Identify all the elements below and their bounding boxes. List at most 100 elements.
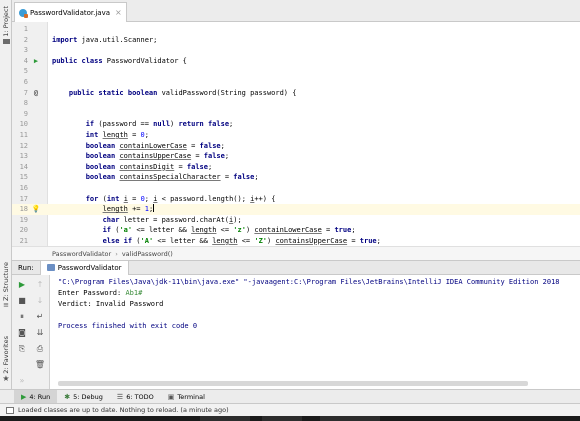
code-text: if ('a' <= letter && length <= 'z') cont…	[102, 226, 356, 235]
run-config-tab[interactable]: PasswordValidator	[39, 260, 129, 275]
breadcrumb-class[interactable]: PasswordValidator	[52, 250, 111, 258]
code-line[interactable]: 14 boolean containsDigit = false;	[12, 162, 580, 173]
list-icon: ☰	[116, 392, 124, 401]
code-line[interactable]: 16	[12, 183, 580, 194]
soft-wrap-icon[interactable]: ↵	[34, 311, 46, 322]
scroll-up-icon[interactable]: ↑	[34, 279, 46, 290]
code-line[interactable]: 17 for (int i = 0; i < password.length()…	[12, 194, 580, 205]
run-window-header: Run: PasswordValidator	[12, 260, 580, 275]
code-line[interactable]: 20 if ('a' <= letter && length <= 'z') c…	[12, 225, 580, 236]
pause-icon[interactable]: ⏸	[16, 311, 28, 322]
code-line[interactable]: 19 char letter = password.charAt(i);	[12, 215, 580, 226]
more-icon[interactable]: »	[16, 375, 28, 386]
code-text: boolean containsUpperCase = false;	[85, 152, 230, 161]
code-line[interactable]: 10 if (password == null) return false;	[12, 119, 580, 130]
stop-icon[interactable]: ■	[16, 295, 28, 306]
favorites-tool-tab[interactable]: 2: Favorites ★	[1, 336, 11, 383]
breadcrumb: PasswordValidator › validPassword()	[12, 246, 580, 260]
camera-icon[interactable]: ◙	[16, 327, 28, 338]
run-tool-button[interactable]: ▶ 4: Run	[14, 389, 58, 404]
console-exit-line: Process finished with exit code 0	[58, 322, 198, 330]
line-number: 11	[19, 130, 28, 139]
favorites-tool-label: 2: Favorites	[2, 336, 10, 374]
code-line[interactable]: 5	[12, 66, 580, 77]
line-number: 9	[23, 109, 28, 118]
window-icon[interactable]	[6, 406, 14, 414]
taskbar-strip	[0, 416, 580, 421]
terminal-icon: ▣	[167, 392, 175, 401]
todo-tool-button[interactable]: ☰ 6: TODO	[110, 390, 161, 404]
close-icon[interactable]: ×	[115, 8, 122, 17]
run-icon: ▶	[21, 392, 27, 401]
line-number: 3	[23, 46, 28, 55]
scroll-down-icon[interactable]: ↓	[34, 295, 46, 306]
line-number: 20	[19, 226, 28, 235]
rerun-icon[interactable]: ▶	[16, 279, 28, 290]
run-gutter-icon[interactable]: ▶	[31, 56, 41, 67]
java-class-icon	[19, 8, 28, 18]
folder-icon	[2, 38, 10, 44]
line-number: 13	[19, 152, 28, 161]
code-line[interactable]: 2 import java.util.Scanner;	[12, 35, 580, 46]
code-line[interactable]: 3	[12, 45, 580, 56]
console-command-line: "C:\Program Files\Java\jdk-11\bin\java.e…	[58, 278, 560, 286]
bug-icon: ✱	[64, 392, 71, 401]
terminal-tool-label: Terminal	[177, 392, 205, 401]
structure-icon: ≡	[3, 300, 9, 309]
code-line[interactable]: 8	[12, 98, 580, 109]
code-text: if (password == null) return false;	[85, 120, 234, 129]
breadcrumb-method[interactable]: validPassword()	[122, 250, 173, 258]
console-output[interactable]: "C:\Program Files\Java\jdk-11\bin\java.e…	[50, 275, 580, 381]
run-side-toolbar: ▶ ↑ ■ ↓ ⏸ ↵ ◙ ⇊ ⎘ ⎙ 🗑 »	[12, 275, 50, 389]
code-line[interactable]: 18 💡 length += 1;	[12, 204, 580, 215]
line-number: 4	[23, 56, 28, 65]
code-line[interactable]: 12 boolean containLowerCase = false;	[12, 141, 580, 152]
status-message: Loaded classes are up to date. Nothing t…	[18, 406, 229, 414]
code-line[interactable]: 11 int length = 0;	[12, 130, 580, 141]
line-number: 18	[19, 205, 28, 214]
code-text: length += 1;	[102, 204, 155, 214]
line-number: 19	[19, 215, 28, 224]
scroll-to-end-icon[interactable]: ⇊	[34, 327, 46, 338]
code-line[interactable]: 1	[12, 24, 580, 35]
run-tool-label: 4: Run	[29, 392, 51, 401]
code-line[interactable]: 7 @ public static boolean validPassword(S…	[12, 88, 580, 99]
code-text: for (int i = 0; i < password.length(); i…	[85, 194, 276, 203]
annotation-gutter-icon[interactable]: @	[31, 88, 41, 99]
code-line[interactable]: 15 boolean containsSpecialCharacter = fa…	[12, 172, 580, 183]
line-number: 8	[23, 99, 28, 108]
console-prompt-line: Enter Password: Ab1#	[58, 288, 580, 299]
lightbulb-icon[interactable]: 💡	[31, 204, 41, 215]
code-lines: 1 2 import java.util.Scanner; 3 4 ▶ public cla…	[12, 24, 580, 246]
line-number: 7	[23, 88, 28, 97]
code-line[interactable]: 6	[12, 77, 580, 88]
debug-tool-label: 5: Debug	[73, 392, 103, 401]
code-line[interactable]: 21 else if ('A' <= letter && length <= '…	[12, 236, 580, 246]
debug-tool-button[interactable]: ✱ 5: Debug	[57, 390, 110, 404]
line-number: 6	[23, 77, 28, 86]
restore-layout-icon[interactable]: ⎘	[16, 343, 28, 354]
line-number: 16	[19, 183, 28, 192]
left-tool-strip: 1: Project Z: Structure ≡ 2: Favorites ★	[0, 0, 12, 404]
line-number: 1	[23, 25, 28, 33]
trash-icon[interactable]: 🗑	[34, 359, 46, 370]
console-horizontal-scrollbar[interactable]	[58, 381, 528, 386]
code-line[interactable]: 4 ▶ public class PasswordValidator {	[12, 56, 580, 67]
editor-tab-passwordvalidator[interactable]: PasswordValidator.java ×	[14, 2, 127, 22]
code-text: public static boolean validPassword(Stri…	[68, 88, 297, 97]
print-icon[interactable]: ⎙	[34, 343, 46, 354]
code-text: char letter = password.charAt(i);	[102, 215, 242, 224]
project-tool-tab[interactable]: 1: Project	[1, 6, 11, 44]
structure-tool-label: Z: Structure	[2, 262, 10, 301]
line-number: 2	[23, 35, 28, 44]
code-text: boolean containLowerCase = false;	[85, 141, 225, 150]
code-text: import java.util.Scanner;	[52, 35, 158, 44]
code-line[interactable]: 13 boolean containsUpperCase = false;	[12, 151, 580, 162]
line-number: 10	[19, 120, 28, 129]
code-line[interactable]: 9	[12, 109, 580, 120]
terminal-tool-button[interactable]: ▣ Terminal	[161, 390, 212, 404]
code-editor[interactable]: 1 2 import java.util.Scanner; 3 4 ▶ public cla…	[12, 22, 580, 246]
console-user-input: Ab1#	[125, 289, 143, 297]
structure-tool-tab[interactable]: Z: Structure ≡	[1, 262, 11, 309]
